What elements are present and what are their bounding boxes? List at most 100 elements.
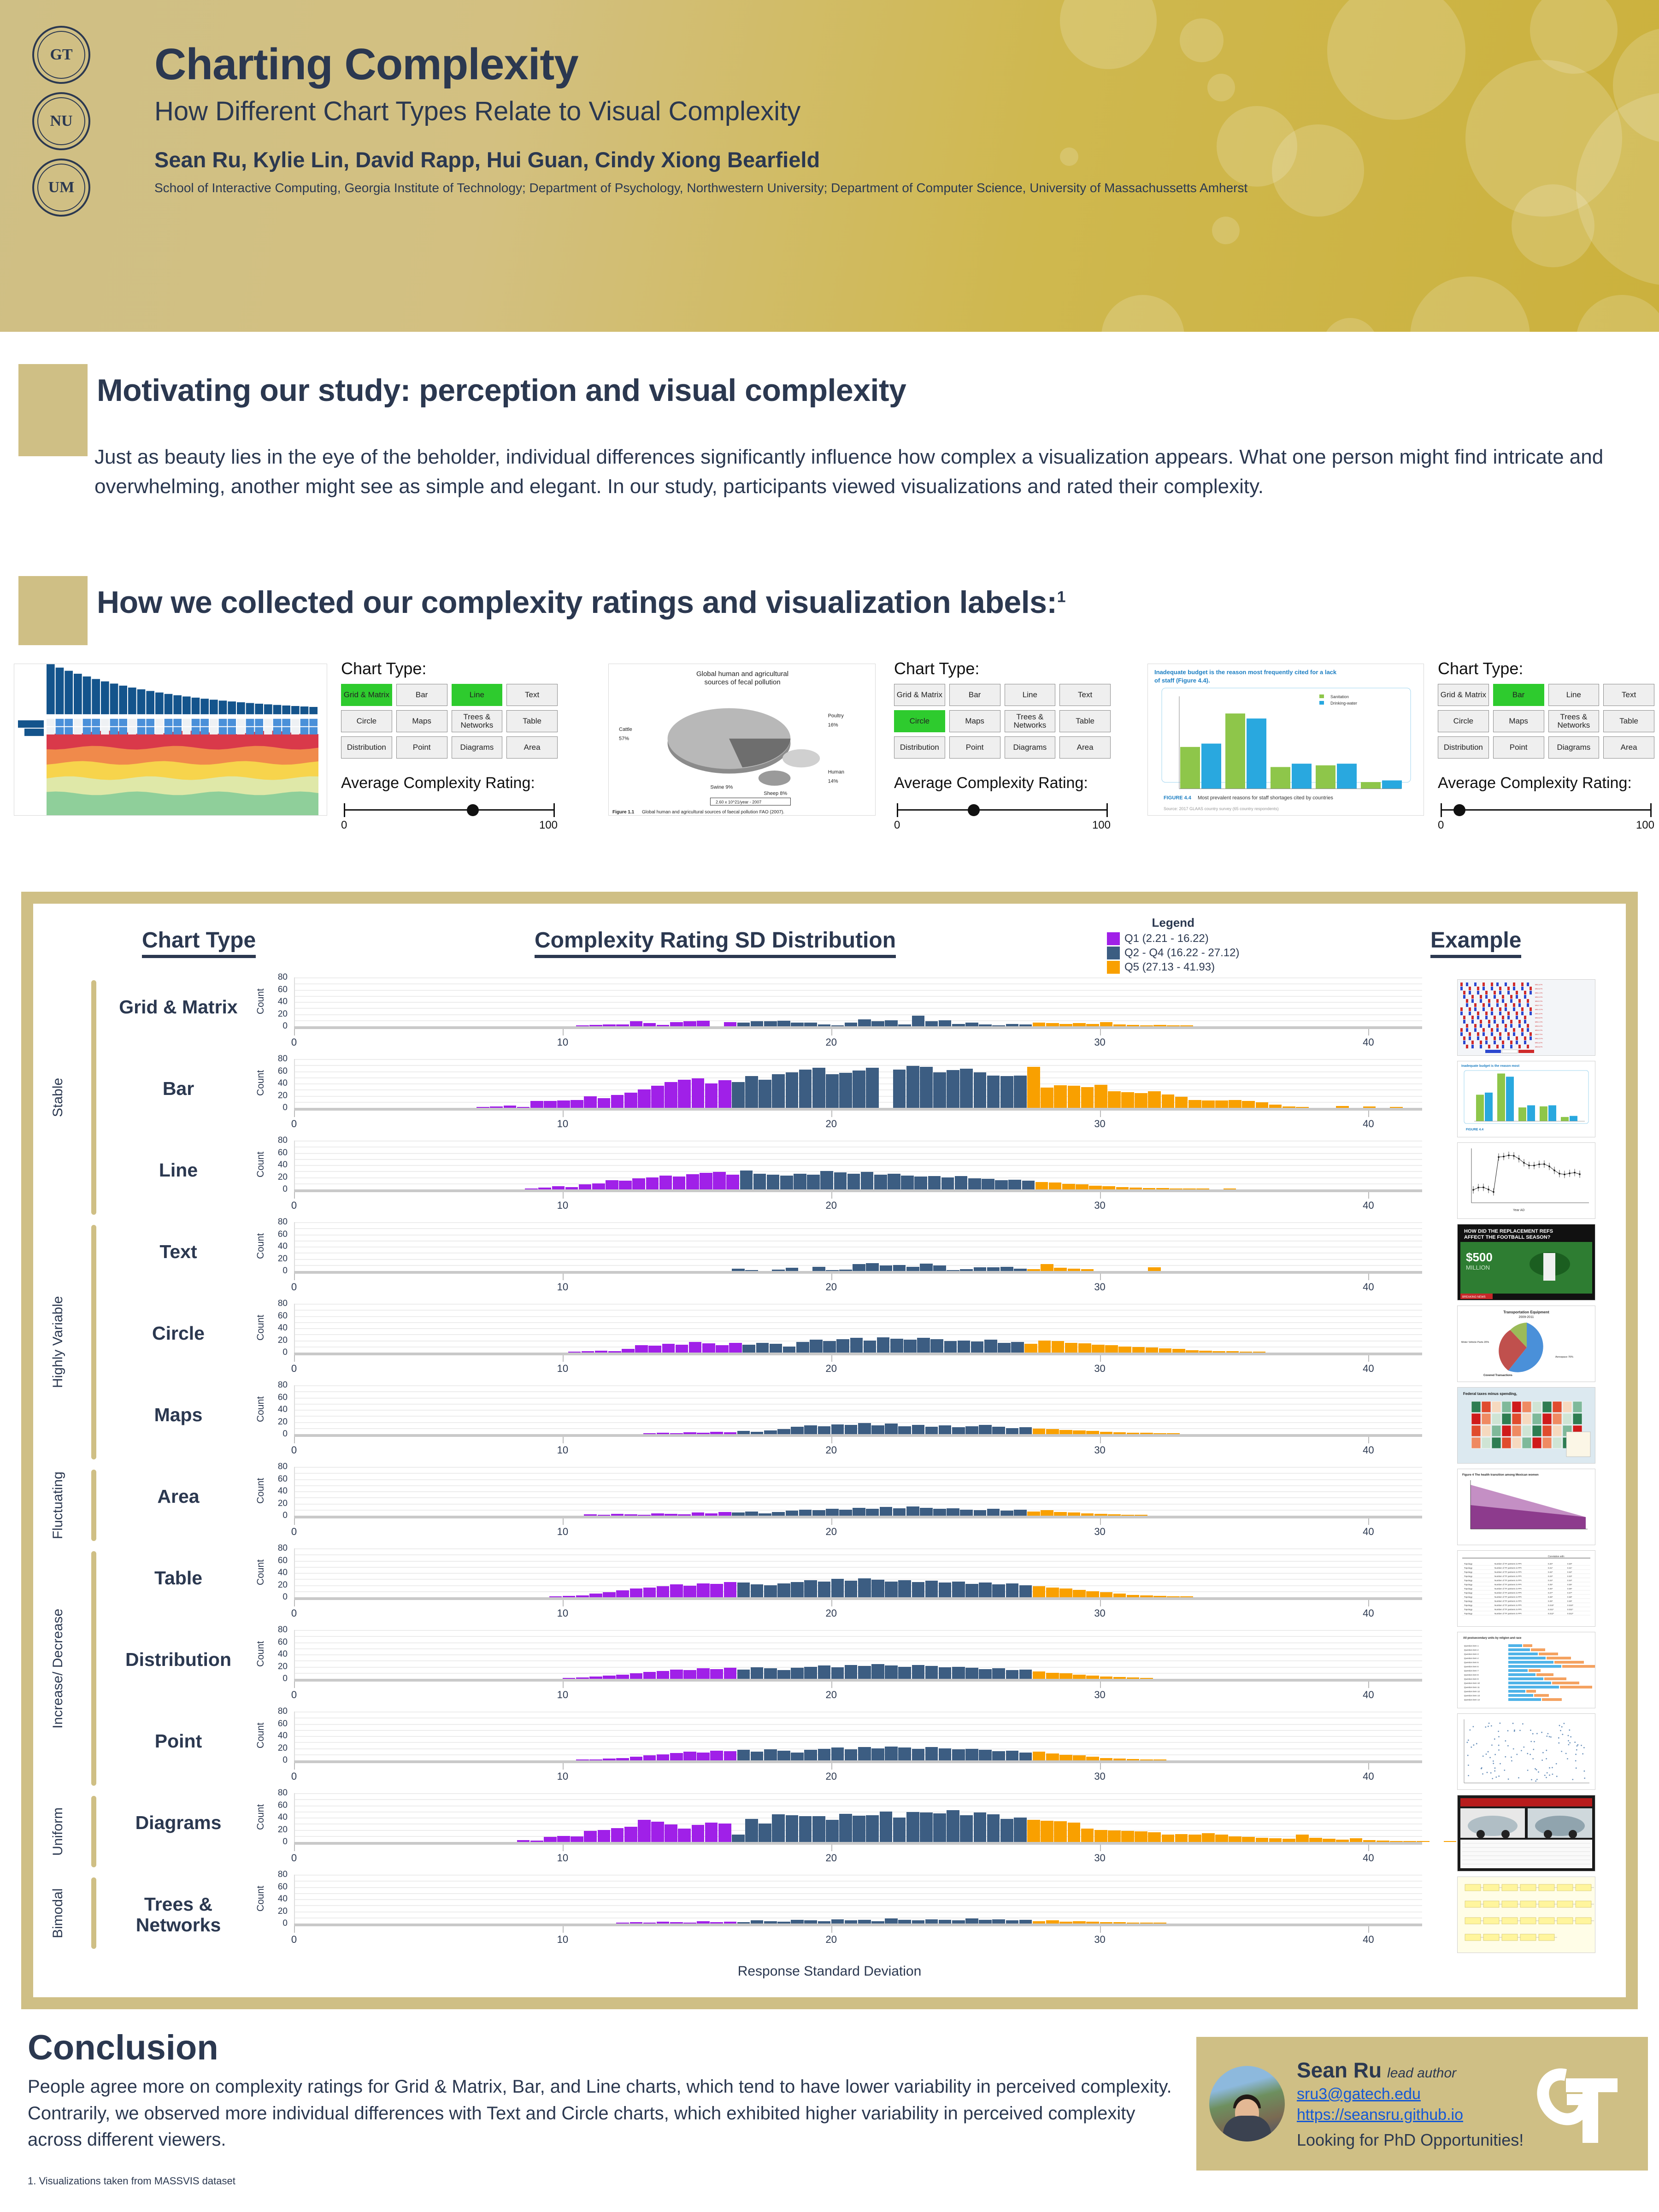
example-thumbnail-mexican-women-death-area-chart: Figure 4 The health transition among Mex…	[1457, 1469, 1595, 1545]
svg-text:Year AD: Year AD	[1513, 1209, 1524, 1212]
histogram-bar	[866, 1509, 879, 1516]
svg-text:Topology: Topology	[1464, 1592, 1473, 1594]
histogram-bar	[676, 1345, 688, 1353]
chart-type-button-distribution[interactable]: Distribution	[894, 736, 945, 759]
chart-type-button-text[interactable]: Text	[506, 684, 558, 706]
y-tick-label: 0	[282, 1103, 288, 1113]
x-tick	[294, 1682, 295, 1688]
chart-type-button-circle[interactable]: Circle	[1438, 710, 1489, 732]
chart-type-button-text[interactable]: Text	[1603, 684, 1654, 706]
complexity-rating-slider[interactable]: 0 100	[341, 799, 558, 826]
histogram-bar	[893, 1818, 906, 1842]
chart-type-button-bar[interactable]: Bar	[949, 684, 1000, 706]
svg-text:0.21*: 0.21*	[1548, 1567, 1553, 1569]
chart-type-button-point[interactable]: Point	[949, 736, 1000, 759]
chart-type-button-maps[interactable]: Maps	[1493, 710, 1544, 732]
chart-type-button-grid-matrix[interactable]: Grid & Matrix	[341, 684, 392, 706]
slider-knob[interactable]	[1453, 804, 1465, 816]
svg-text:Figure 1.1: Figure 1.1	[612, 810, 635, 815]
histogram-bar	[742, 1345, 755, 1353]
svg-text:Number of TF partners in PPI: Number of TF partners in PPI	[1494, 1604, 1522, 1606]
chart-type-button-text[interactable]: Text	[1059, 684, 1111, 706]
histogram-bar	[1059, 1430, 1072, 1434]
histogram-bar	[1073, 1430, 1086, 1434]
seal-georgia-tech: GT	[32, 26, 90, 84]
y-tick-label: 80	[278, 1625, 288, 1635]
slider-knob[interactable]	[968, 804, 980, 816]
chart-type-button-line[interactable]: Line	[452, 684, 503, 706]
chart-type-button-trees-networks[interactable]: Trees & Networks	[452, 710, 503, 732]
chart-type-button-point[interactable]: Point	[396, 736, 447, 759]
histogram-bar	[753, 1174, 766, 1189]
histogram-bar	[624, 1093, 637, 1108]
chart-type-button-point[interactable]: Point	[1493, 736, 1544, 759]
chart-type-button-grid-matrix[interactable]: Grid & Matrix	[894, 684, 945, 706]
chart-type-button-maps[interactable]: Maps	[949, 710, 1000, 732]
chart-type-button-trees-networks[interactable]: Trees & Networks	[1005, 710, 1056, 732]
chart-type-button-table[interactable]: Table	[506, 710, 558, 732]
histogram-bar	[683, 1670, 696, 1679]
chart-type-button-grid: Grid & Matrix Bar Line Text Circle Maps Trees …	[1438, 684, 1654, 759]
svg-text:0.211*: 0.211*	[1548, 1608, 1554, 1611]
histogram-bar	[777, 1021, 790, 1026]
y-tick-label: 20	[278, 1499, 288, 1509]
author-website-link[interactable]: https://seansru.github.io	[1297, 2106, 1531, 2124]
chart-type-button-area[interactable]: Area	[1059, 736, 1111, 759]
slider-knob[interactable]	[467, 804, 479, 816]
x-tick-label: 0	[291, 1281, 297, 1293]
histogram-bar	[858, 1578, 871, 1597]
chart-type-button-maps[interactable]: Maps	[396, 710, 447, 732]
histogram-bar	[678, 1829, 691, 1842]
x-tick-label: 10	[557, 1363, 568, 1375]
histogram-bar	[885, 1665, 898, 1679]
chart-type-button-bar[interactable]: Bar	[396, 684, 447, 706]
chart-type-button-area[interactable]: Area	[506, 736, 558, 759]
chart-type-button-table[interactable]: Table	[1059, 710, 1111, 732]
histogram-bar	[858, 1920, 871, 1924]
y-tick-label: 20	[278, 1335, 288, 1346]
chart-type-button-area[interactable]: Area	[1603, 736, 1654, 759]
svg-text:MB-C-Pri: MB-C-Pri	[1535, 1021, 1543, 1023]
y-axis-ticks: 0 20 40 60 80	[269, 1467, 288, 1518]
legend-label: Q1 (2.21 - 16.22)	[1124, 932, 1209, 945]
histogram-bar	[705, 1823, 718, 1842]
histogram-bar	[893, 1070, 906, 1108]
x-tick-label: 30	[1094, 1036, 1105, 1048]
chart-type-button-circle[interactable]: Circle	[894, 710, 945, 732]
chart-type-button-line[interactable]: Line	[1548, 684, 1600, 706]
svg-text:Topology: Topology	[1464, 1579, 1473, 1582]
y-tick-label: 0	[282, 1347, 288, 1358]
chart-type-button-table[interactable]: Table	[1603, 710, 1654, 732]
chart-type-button-diagrams[interactable]: Diagrams	[1548, 736, 1600, 759]
legend-item: Q5 (27.13 - 41.93)	[1107, 961, 1239, 974]
chart-type-button-distribution[interactable]: Distribution	[1438, 736, 1489, 759]
chart-type-button-diagrams[interactable]: Diagrams	[452, 736, 503, 759]
histogram-bar	[1081, 1087, 1094, 1108]
histogram-bar	[804, 1425, 817, 1434]
histogram-bar	[1062, 1184, 1075, 1189]
chart-type-button-bar[interactable]: Bar	[1493, 684, 1544, 706]
chart-type-button-line[interactable]: Line	[1005, 684, 1056, 706]
svg-text:0.31*: 0.31*	[1567, 1567, 1572, 1569]
x-tick-label: 40	[1363, 1934, 1374, 1946]
chart-type-button-grid-matrix[interactable]: Grid & Matrix	[1438, 684, 1489, 706]
chart-type-button-distribution[interactable]: Distribution	[341, 736, 392, 759]
svg-text:Topology: Topology	[1464, 1604, 1473, 1606]
svg-text:Question item 7: Question item 7	[1464, 1670, 1479, 1672]
x-axis-title: Response Standard Deviation	[33, 1964, 1626, 1979]
histogram-bar	[965, 1668, 978, 1679]
example-thumbnail-network-tree-diagram	[1457, 1877, 1595, 1953]
chart-type-button-circle[interactable]: Circle	[341, 710, 392, 732]
histogram-bar	[1022, 1181, 1035, 1189]
y-tick-label: 80	[278, 1217, 288, 1227]
complexity-rating-slider[interactable]: 0 100	[1438, 799, 1654, 826]
histogram-bar	[764, 1749, 777, 1760]
chart-type-button-diagrams[interactable]: Diagrams	[1005, 736, 1056, 759]
complexity-rating-slider[interactable]: 0 100	[894, 799, 1111, 826]
author-email-link[interactable]: sru3@gatech.edu	[1297, 2085, 1531, 2103]
histogram-bar	[1242, 1101, 1255, 1108]
chart-type-button-trees-networks[interactable]: Trees & Networks	[1548, 710, 1600, 732]
histogram-bar	[1162, 1835, 1175, 1842]
y-axis-label: Count	[255, 1559, 266, 1585]
distribution-row: Text Count 0 20 40 60 80 0 10 20 30 40 HOW DID THE R…	[33, 1222, 1626, 1304]
